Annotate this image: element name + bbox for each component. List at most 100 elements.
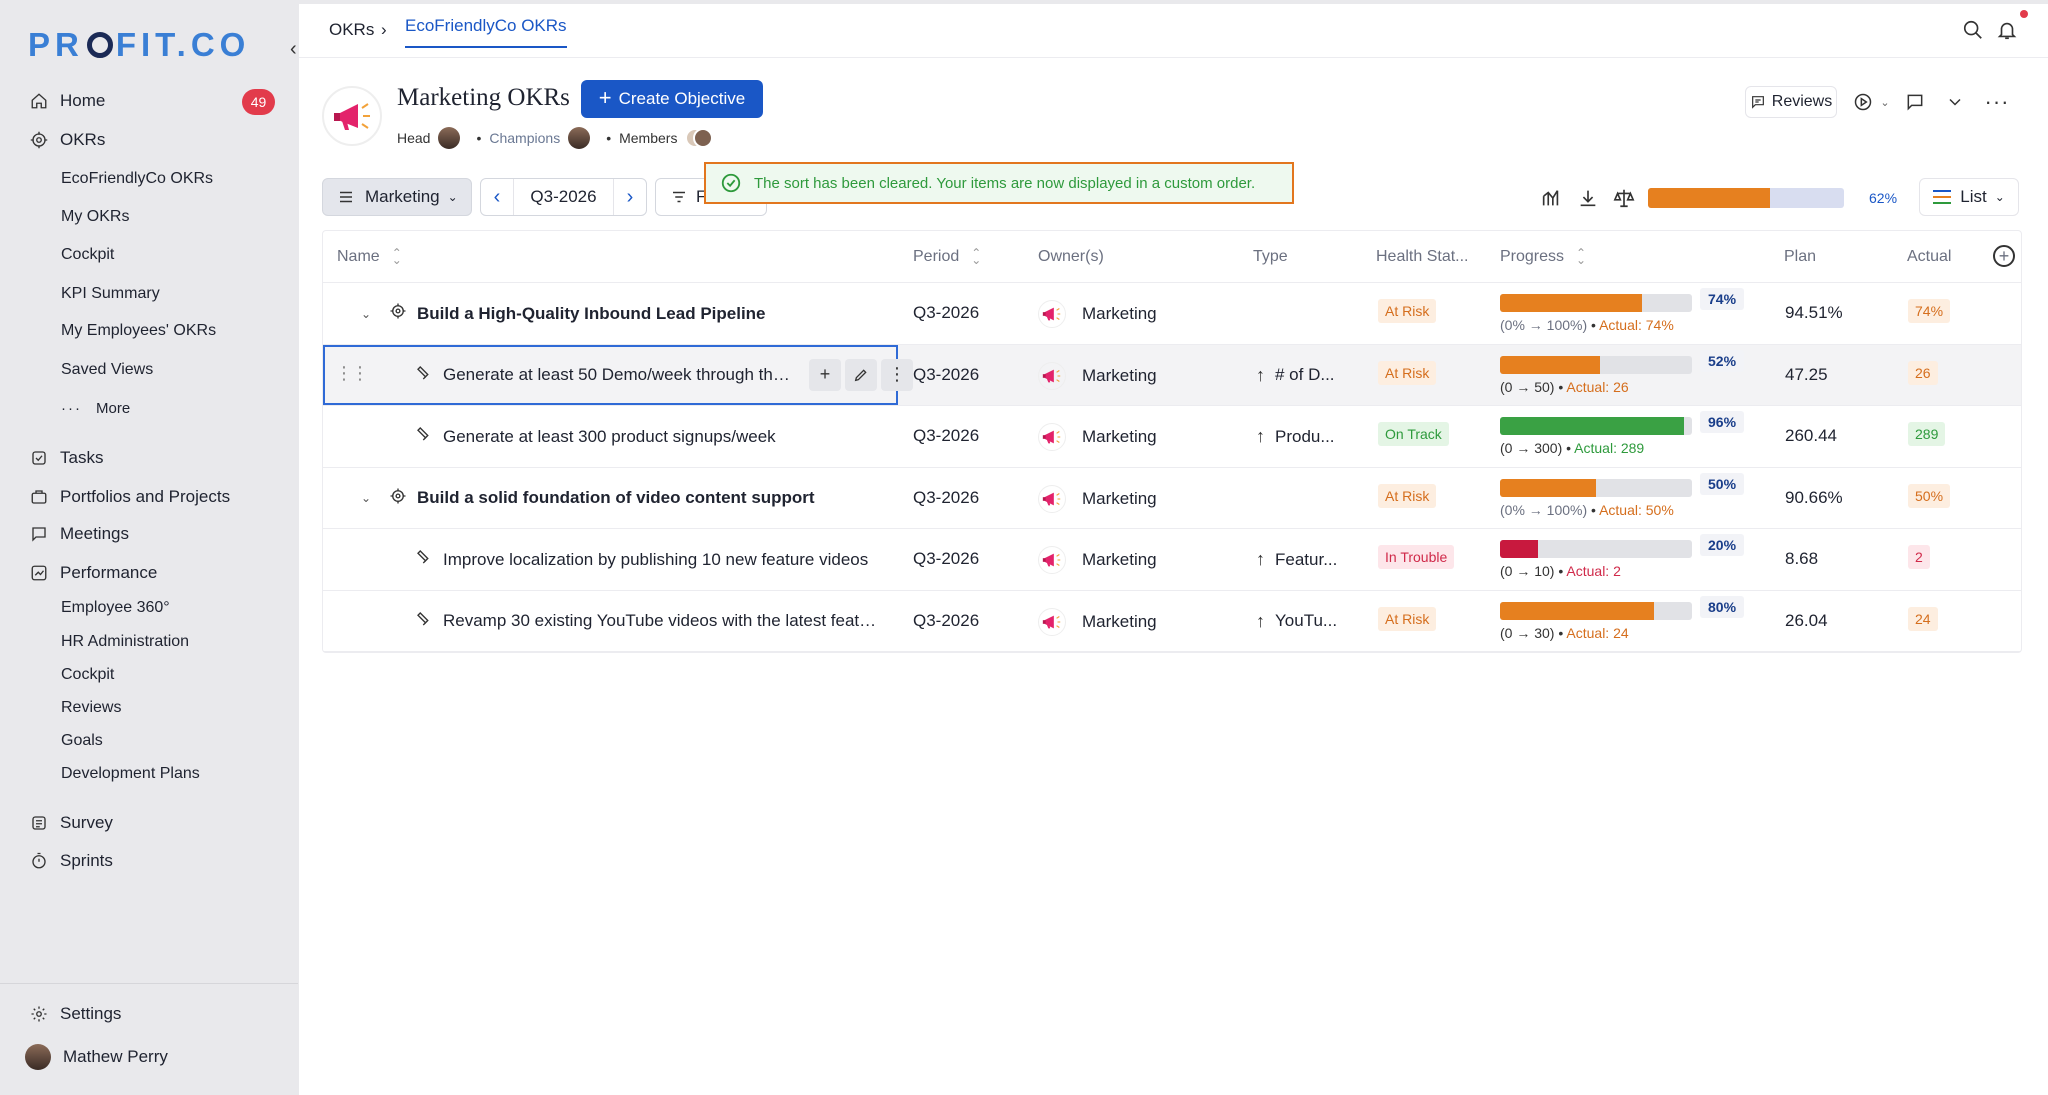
- edit-pencil-icon[interactable]: [845, 358, 877, 391]
- period-value[interactable]: Q3-2026: [513, 179, 614, 215]
- column-type[interactable]: Type: [1253, 248, 1288, 266]
- health-status-badge[interactable]: At Risk: [1378, 606, 1437, 631]
- sidebar-sub-cockpit-performance[interactable]: Cockpit: [61, 662, 114, 688]
- objective-row[interactable]: ⌄ Build a solid foundation of video conte…: [323, 468, 2021, 529]
- sidebar-item-home[interactable]: Home: [28, 87, 105, 115]
- sidebar-sub-my-employees-okrs[interactable]: My Employees' OKRs: [61, 318, 216, 344]
- add-icon[interactable]: +: [809, 358, 841, 391]
- column-progress[interactable]: Progress ⌃ ⌄: [1500, 247, 1586, 266]
- objective-row[interactable]: ⌄ Build a High-Quality Inbound Lead Pipel…: [323, 283, 2021, 345]
- previous-period-icon[interactable]: ‹: [481, 186, 513, 209]
- bell-icon[interactable]: [1996, 19, 2020, 43]
- owner-cell[interactable]: Marketing: [1038, 300, 1157, 328]
- key-result-row[interactable]: Generate at least 300 product signups/we…: [323, 406, 2021, 468]
- progress-cell[interactable]: 80% (0 → 30) • Actual: 24: [1500, 595, 1750, 641]
- balance-scale-icon[interactable]: [1612, 186, 1636, 210]
- column-actual[interactable]: Actual: [1907, 248, 1951, 266]
- progress-cell[interactable]: 50% (0% → 100%) • Actual: 50%: [1500, 472, 1750, 518]
- expand-chevron-icon[interactable]: ⌄: [361, 491, 379, 505]
- team-selector[interactable]: Marketing ⌄: [322, 178, 472, 216]
- health-status-badge[interactable]: At Risk: [1378, 483, 1437, 508]
- key-result-row[interactable]: ⋮⋮ + ⋮ Generate at least 50 Demo/week throu…: [323, 344, 2021, 406]
- key-result-name[interactable]: Generate at least 300 product signups/we…: [443, 427, 776, 447]
- actual-badge[interactable]: 50%: [1908, 483, 1951, 508]
- profitco-logo[interactable]: PR FIT.CO: [28, 26, 250, 64]
- sidebar-sub-saved-views[interactable]: Saved Views: [61, 357, 153, 383]
- actual-badge[interactable]: 24: [1908, 606, 1938, 631]
- sidebar-item-settings[interactable]: Settings: [28, 1000, 121, 1028]
- sort-icon[interactable]: ⌃ ⌄: [392, 247, 402, 266]
- kebab-menu-icon[interactable]: ⋮: [881, 358, 913, 391]
- sort-icon[interactable]: ⌃ ⌄: [1576, 247, 1586, 266]
- breadcrumb-okrs[interactable]: OKRs: [329, 20, 374, 40]
- owner-cell[interactable]: Marketing: [1038, 484, 1157, 513]
- key-result-name[interactable]: Revamp 30 existing YouTube videos with t…: [443, 611, 885, 631]
- create-objective-button[interactable]: + Create Objective: [581, 80, 763, 118]
- actual-badge[interactable]: 74%: [1908, 299, 1951, 323]
- objective-name[interactable]: Build a High-Quality Inbound Lead Pipeli…: [417, 304, 766, 324]
- sidebar-sub-goals[interactable]: Goals: [61, 728, 103, 754]
- actual-badge[interactable]: 289: [1908, 422, 1946, 446]
- sidebar-item-meetings[interactable]: Meetings: [28, 520, 129, 548]
- sidebar-item-tasks[interactable]: Tasks: [28, 444, 103, 472]
- sidebar-sub-development-plans[interactable]: Development Plans: [61, 761, 200, 787]
- drag-handle-icon[interactable]: ⋮⋮: [335, 363, 369, 384]
- chevron-down-icon[interactable]: [1943, 90, 1967, 114]
- sidebar-item-performance[interactable]: Performance: [28, 559, 157, 587]
- progress-cell[interactable]: 20% (0 → 10) • Actual: 2: [1500, 534, 1750, 579]
- sidebar-sub-kpi-summary[interactable]: KPI Summary: [61, 281, 160, 307]
- actual-badge[interactable]: 26: [1908, 360, 1938, 385]
- key-result-name[interactable]: Improve localization by publishing 10 ne…: [443, 550, 868, 570]
- sidebar-sub-employee-360[interactable]: Employee 360°: [61, 595, 170, 621]
- health-status-badge[interactable]: In Trouble: [1378, 545, 1455, 569]
- sidebar-sub-my-okrs[interactable]: My OKRs: [61, 204, 129, 230]
- column-owners[interactable]: Owner(s): [1038, 248, 1104, 266]
- health-status-badge[interactable]: At Risk: [1378, 360, 1437, 385]
- add-column-icon[interactable]: +: [1993, 245, 2015, 267]
- sidebar-sub-hr-administration[interactable]: HR Administration: [61, 629, 189, 655]
- key-result-name[interactable]: Generate at least 50 Demo/week through t…: [443, 365, 795, 385]
- user-profile[interactable]: Mathew Perry: [25, 1043, 168, 1071]
- column-plan[interactable]: Plan: [1784, 248, 1816, 266]
- champion-avatar[interactable]: [568, 127, 591, 149]
- sort-icon[interactable]: ⌃ ⌄: [971, 247, 981, 266]
- sidebar-item-survey[interactable]: Survey: [28, 809, 113, 837]
- reviews-button[interactable]: Reviews: [1745, 86, 1837, 118]
- progress-cell[interactable]: 52% (0 → 50) • Actual: 26: [1500, 349, 1750, 395]
- download-icon[interactable]: [1576, 186, 1600, 210]
- search-icon[interactable]: [1962, 19, 1986, 43]
- health-status-badge[interactable]: At Risk: [1378, 299, 1437, 323]
- health-status-badge[interactable]: On Track: [1378, 422, 1449, 446]
- column-period[interactable]: Period ⌃ ⌄: [913, 247, 981, 266]
- next-period-icon[interactable]: ›: [614, 186, 646, 209]
- owner-cell[interactable]: Marketing: [1038, 361, 1157, 390]
- members-avatar-group[interactable]: [685, 126, 714, 150]
- sidebar-item-portfolios[interactable]: Portfolios and Projects: [28, 483, 230, 511]
- play-icon[interactable]: [1851, 90, 1875, 114]
- sidebar-sub-cockpit[interactable]: Cockpit: [61, 242, 114, 268]
- actual-badge[interactable]: 2: [1908, 545, 1930, 569]
- collapse-sidebar-icon[interactable]: ‹: [290, 38, 297, 61]
- analytics-icon[interactable]: [1539, 186, 1563, 210]
- owner-cell[interactable]: Marketing: [1038, 607, 1157, 636]
- sidebar-sub-reviews[interactable]: Reviews: [61, 695, 121, 721]
- progress-cell[interactable]: 96% (0 → 300) • Actual: 289: [1500, 411, 1750, 456]
- expand-chevron-icon[interactable]: ⌄: [361, 307, 379, 321]
- more-options-icon[interactable]: ···: [1985, 89, 2009, 114]
- progress-cell[interactable]: 74% (0% → 100%) • Actual: 74%: [1500, 288, 1750, 333]
- sidebar-sub-ecofriendlyco-okrs[interactable]: EcoFriendlyCo OKRs: [61, 166, 213, 192]
- sidebar-sub-more[interactable]: ··· More: [61, 395, 130, 421]
- head-avatar[interactable]: [438, 127, 461, 149]
- owner-cell[interactable]: Marketing: [1038, 546, 1157, 574]
- view-mode-button[interactable]: List ⌄: [1919, 178, 2019, 216]
- key-result-row[interactable]: Revamp 30 existing YouTube videos with t…: [323, 591, 2021, 652]
- breadcrumb-current[interactable]: EcoFriendlyCo OKRs: [405, 16, 567, 48]
- objective-name[interactable]: Build a solid foundation of video conten…: [417, 488, 815, 508]
- column-health-status[interactable]: Health Stat...: [1376, 248, 1469, 266]
- comment-icon[interactable]: [1903, 90, 1927, 114]
- owner-cell[interactable]: Marketing: [1038, 423, 1157, 451]
- play-dropdown-chevron-icon[interactable]: ⌄: [1873, 90, 1897, 114]
- key-result-row[interactable]: Improve localization by publishing 10 ne…: [323, 529, 2021, 591]
- sidebar-item-sprints[interactable]: Sprints: [28, 847, 113, 875]
- column-name[interactable]: Name ⌃ ⌄: [337, 247, 402, 266]
